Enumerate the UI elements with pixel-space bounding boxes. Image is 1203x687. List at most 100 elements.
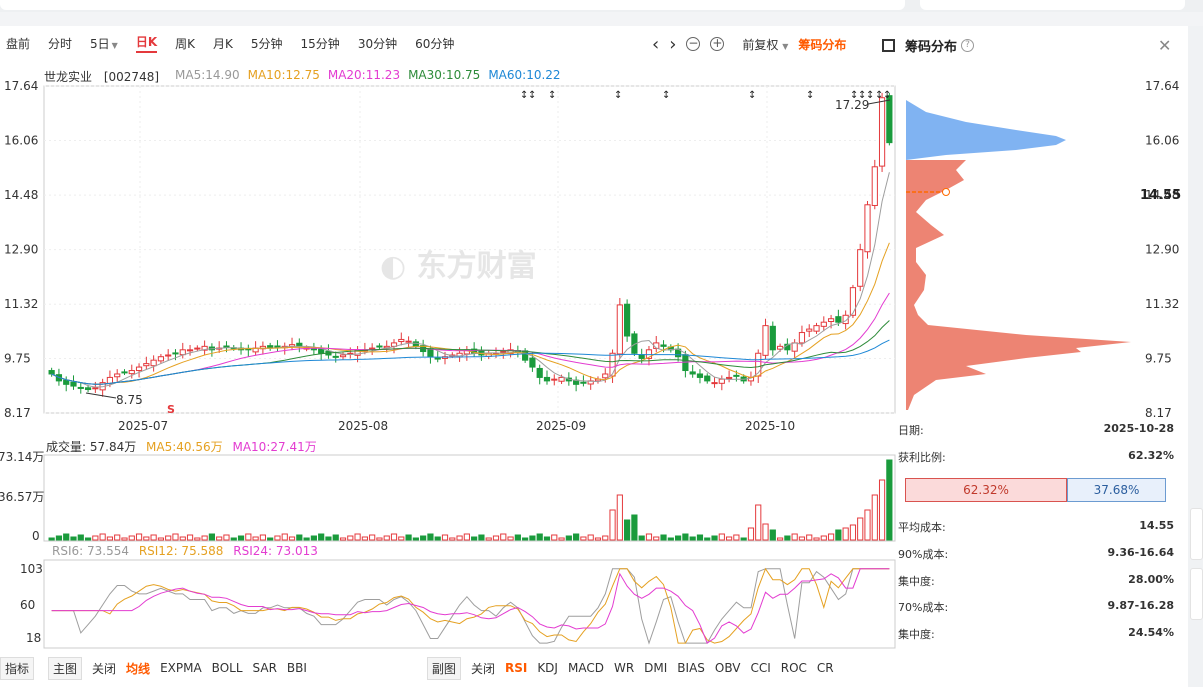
rsi-button[interactable]: RSI xyxy=(505,661,527,675)
rsi-frame xyxy=(43,559,896,649)
candle-body xyxy=(522,350,529,361)
info-conc2-label: 集中度: xyxy=(898,628,935,641)
event-marker: ↕ xyxy=(883,90,891,101)
cci-button[interactable]: CCI xyxy=(750,661,770,675)
info-cost70-value: 9.87-16.28 xyxy=(1107,599,1175,612)
bias-button[interactable]: BIAS xyxy=(677,661,705,675)
boll-button[interactable]: BOLL xyxy=(212,661,243,675)
ma-button[interactable]: 均线 xyxy=(126,660,150,677)
roc-button[interactable]: ROC xyxy=(781,661,807,675)
info-conc2-value: 24.54% xyxy=(1128,626,1174,639)
loss-ratio-segment: 37.68% xyxy=(1067,478,1166,502)
chip-profit-area xyxy=(906,160,1131,410)
main-close-button[interactable]: 关闭 xyxy=(92,660,116,677)
candle-body xyxy=(536,367,543,378)
dmi-button[interactable]: DMI xyxy=(644,661,667,675)
volume-bar xyxy=(718,533,725,541)
volume-bar xyxy=(638,535,645,541)
cr-button[interactable]: CR xyxy=(817,661,834,675)
candle-body xyxy=(580,381,587,384)
candle-body xyxy=(733,374,740,377)
volume-bar xyxy=(165,535,172,541)
candle-body xyxy=(878,97,886,167)
indicator-button[interactable]: 指标 xyxy=(0,656,35,680)
sub-close-button[interactable]: 关闭 xyxy=(471,660,495,677)
candle-body xyxy=(332,355,339,358)
candle-body xyxy=(427,348,434,358)
volume-bar xyxy=(747,527,755,541)
sar-button[interactable]: SAR xyxy=(253,661,277,675)
candle-body xyxy=(602,373,609,379)
volume-bar xyxy=(784,535,791,541)
rsi24-label: RSI24: 73.013 xyxy=(233,544,318,558)
candle-body xyxy=(871,166,878,206)
volume-bar xyxy=(798,536,806,541)
candle-body xyxy=(135,366,143,372)
volume-bar xyxy=(434,536,441,541)
sub-chart-button[interactable]: 副图 xyxy=(426,656,461,680)
volume-bar xyxy=(449,537,456,541)
candle-body xyxy=(638,354,645,359)
macd-button[interactable]: MACD xyxy=(568,661,604,675)
bbi-button[interactable]: BBI xyxy=(287,661,307,675)
info-profit-value: 62.32% xyxy=(1128,449,1174,462)
date-tick: 2025-09 xyxy=(536,419,586,433)
wr-button[interactable]: WR xyxy=(614,661,634,675)
candle-body xyxy=(369,347,376,350)
candle-body xyxy=(857,249,864,287)
candle-body xyxy=(806,328,813,332)
chip-loss-area xyxy=(906,100,1066,160)
expma-button[interactable]: EXPMA xyxy=(160,661,202,675)
volume-bar xyxy=(507,536,514,541)
volume-bar xyxy=(383,535,390,541)
kdj-button[interactable]: KDJ xyxy=(537,661,558,675)
volume-bar xyxy=(463,533,470,541)
volume-tick: 73.14万 xyxy=(0,450,44,464)
volume-bar xyxy=(332,534,339,541)
candle-body xyxy=(718,378,725,384)
volume-legend-text: 成交量: 57.84万 xyxy=(46,440,137,454)
obv-button[interactable]: OBV xyxy=(715,661,741,675)
volume-bar xyxy=(813,537,820,541)
price-tick-right: 16.06 xyxy=(1145,134,1179,148)
volume-bar xyxy=(398,536,405,541)
volume-bar xyxy=(871,494,878,541)
volume-bar xyxy=(267,537,274,541)
main-chart-button[interactable]: 主图 xyxy=(48,656,83,680)
candle-body xyxy=(500,351,507,354)
volume-bar xyxy=(223,534,230,541)
volume-bar xyxy=(522,537,529,541)
price-tick-left: 16.06 xyxy=(4,134,38,148)
candle-body xyxy=(223,345,230,348)
candle-body xyxy=(412,341,419,347)
volume-bar xyxy=(587,534,594,541)
volume-bar xyxy=(492,535,500,541)
volume-bar xyxy=(281,533,288,541)
candle-body xyxy=(791,342,798,352)
price-tick-left: 14.48 xyxy=(4,188,38,202)
app-root: 盘前 分时 5日 ▼ 日K 周K 月K 5分钟 15分钟 30分钟 60分钟 ‹ … xyxy=(0,0,1203,687)
candle-body xyxy=(616,304,623,355)
volume-bar xyxy=(201,535,208,541)
price-tick-left: 12.90 xyxy=(4,243,38,257)
watermark-logo: ◐ 东方财富 xyxy=(380,249,537,284)
volume-bar xyxy=(886,459,893,541)
rsi-line xyxy=(51,568,890,645)
info-conc1-label: 集中度: xyxy=(898,575,935,588)
volume-bar xyxy=(48,537,55,541)
candle-body xyxy=(624,303,631,337)
rsi-tick: 60 xyxy=(20,598,35,612)
info-date: 日期: 2025-10-28 xyxy=(898,422,1174,438)
volume-bar xyxy=(114,534,121,541)
volume-bar xyxy=(252,536,259,541)
volume-bar xyxy=(776,537,784,541)
info-conc2: 集中度: 24.54% xyxy=(898,626,1174,642)
volume-bar xyxy=(216,536,223,541)
candle-body xyxy=(274,345,281,348)
volume-bar xyxy=(514,534,521,541)
candle-body xyxy=(77,386,84,389)
rsi12-label: RSI12: 75.588 xyxy=(138,544,224,558)
event-marker: ↕ xyxy=(528,90,536,101)
volume-bar xyxy=(478,534,485,541)
candle-body xyxy=(609,352,616,377)
